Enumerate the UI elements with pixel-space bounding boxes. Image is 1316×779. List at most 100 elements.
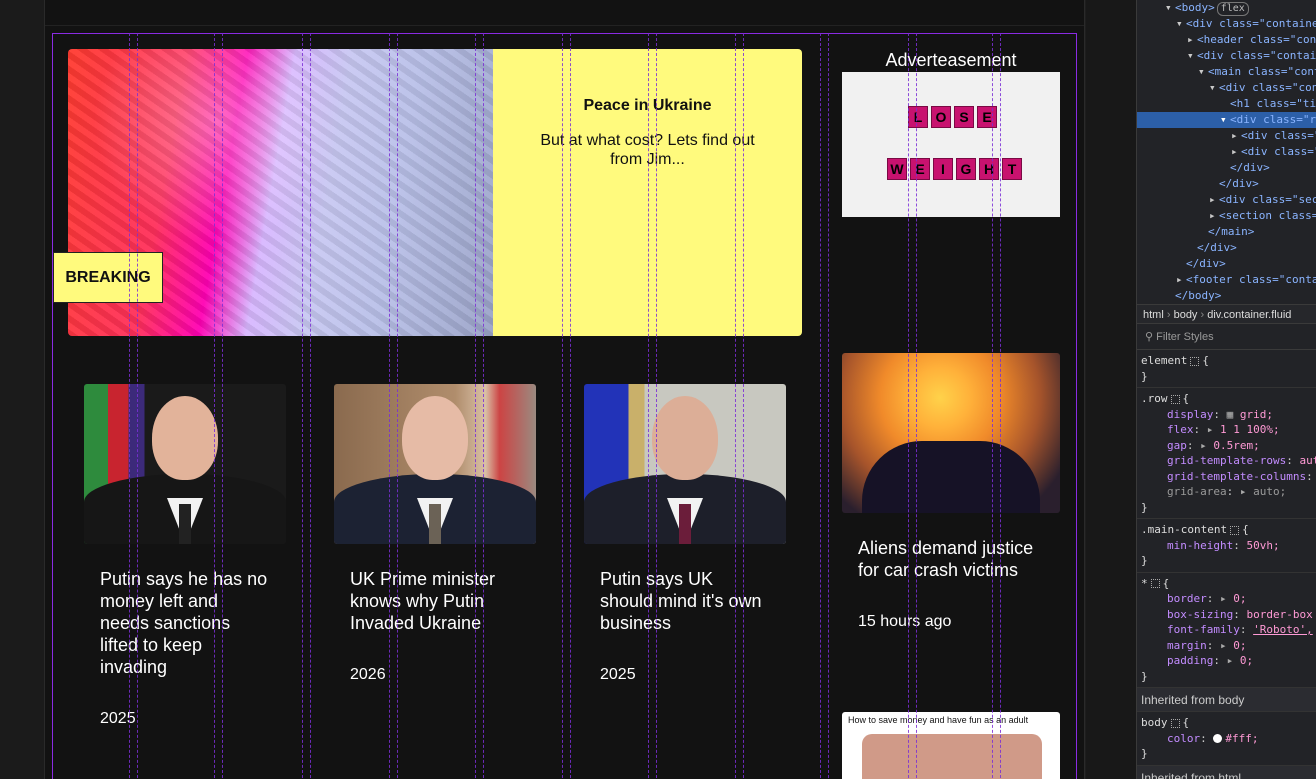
news-card[interactable]: Putin says UK should mind it's own busin… bbox=[584, 384, 786, 684]
collapse-arrow-icon[interactable]: ▸ bbox=[1231, 128, 1241, 144]
css-rule[interactable]: .row{display: ▦ grid; flex: ▸ 1 1 100%; ga… bbox=[1137, 388, 1316, 519]
prop-name[interactable]: padding bbox=[1167, 654, 1213, 667]
dom-node[interactable]: ▾ <div class="container bbox=[1137, 16, 1316, 32]
body-rule[interactable]: body{ color: #fff; } bbox=[1137, 712, 1316, 766]
expand-arrow-icon[interactable]: ▸ bbox=[1220, 592, 1233, 605]
collapse-arrow-icon[interactable]: ▸ bbox=[1176, 272, 1186, 288]
css-declaration[interactable]: flex: ▸ 1 1 100%; bbox=[1141, 422, 1312, 438]
expand-arrow-icon[interactable]: ▾ bbox=[1176, 16, 1186, 32]
css-declaration[interactable]: display: ▦ grid; bbox=[1141, 407, 1312, 423]
css-declaration[interactable]: gap: ▸ 0.5rem; bbox=[1141, 438, 1312, 454]
prop-value[interactable]: 0; bbox=[1233, 639, 1246, 652]
css-declaration[interactable]: grid-template-columns: bbox=[1141, 469, 1313, 485]
prop-name[interactable]: margin bbox=[1167, 639, 1207, 652]
expand-arrow-icon[interactable]: ▾ bbox=[1198, 64, 1208, 80]
dom-node[interactable]: </body> bbox=[1137, 288, 1316, 304]
dom-node[interactable]: ▸<div class="c bbox=[1137, 144, 1316, 160]
css-declaration[interactable]: grid-area: ▸ auto; bbox=[1141, 484, 1312, 500]
expand-arrow-icon[interactable]: ▸ bbox=[1200, 439, 1213, 452]
expand-arrow-icon[interactable]: ▸ bbox=[1220, 639, 1233, 652]
css-declaration[interactable]: min-height: 50vh; bbox=[1141, 538, 1312, 554]
dom-node[interactable]: ▾ <body> flex bbox=[1137, 0, 1316, 16]
prop-name[interactable]: border bbox=[1167, 592, 1207, 605]
dom-node[interactable]: ▾<div class="row bbox=[1137, 112, 1316, 128]
dom-node[interactable]: <h1 class="title bbox=[1137, 96, 1316, 112]
prop-value[interactable]: #fff; bbox=[1225, 732, 1258, 745]
dom-node[interactable]: </div> bbox=[1137, 256, 1316, 272]
dom-node[interactable]: </main> bbox=[1137, 224, 1316, 240]
filter-styles-input[interactable]: ⚲ Filter Styles bbox=[1137, 324, 1316, 350]
sidebar-card-title[interactable]: Aliens demand justice for car crash vict… bbox=[842, 537, 1060, 581]
dom-node[interactable]: ▸<div class="c bbox=[1137, 128, 1316, 144]
collapse-arrow-icon[interactable]: ▸ bbox=[1209, 208, 1219, 224]
prop-name[interactable]: color bbox=[1167, 732, 1200, 745]
css-declaration[interactable]: box-sizing: border-box bbox=[1141, 607, 1313, 623]
dom-node[interactable]: ▸<footer class="contain bbox=[1137, 272, 1316, 288]
news-card-title[interactable]: UK Prime minister knows why Putin Invade… bbox=[334, 568, 536, 634]
prop-name[interactable]: display bbox=[1167, 408, 1213, 421]
css-declaration[interactable]: border: ▸ 0; bbox=[1141, 591, 1312, 607]
dom-node-text: <div class="container bbox=[1186, 17, 1316, 30]
news-card[interactable]: Putin says he has no money left and need… bbox=[84, 384, 286, 728]
hero-card[interactable]: Peace in Ukraine But at what cost? Lets … bbox=[68, 49, 802, 336]
collapse-arrow-icon[interactable]: ▸ bbox=[1209, 192, 1219, 208]
dom-node[interactable]: ▸<header class="conta bbox=[1137, 32, 1316, 48]
prop-value[interactable]: 0.5rem; bbox=[1213, 439, 1259, 452]
css-rule[interactable]: element{} bbox=[1137, 350, 1316, 388]
news-card-title[interactable]: Putin says he has no money left and need… bbox=[84, 568, 286, 678]
dom-node[interactable]: </div> bbox=[1137, 240, 1316, 256]
prop-value[interactable]: 'Roboto', bbox=[1253, 623, 1313, 636]
expand-arrow-icon[interactable]: ▾ bbox=[1209, 80, 1219, 96]
prop-value[interactable]: 1 1 100%; bbox=[1220, 423, 1280, 436]
prop-name[interactable]: font-family bbox=[1167, 623, 1240, 636]
color-swatch-icon[interactable] bbox=[1213, 734, 1223, 743]
sidebar-thumb[interactable]: How to save money and have fun as an adu… bbox=[842, 712, 1060, 779]
collapse-arrow-icon[interactable]: ▸ bbox=[1231, 144, 1241, 160]
prop-value[interactable]: 0; bbox=[1240, 654, 1253, 667]
news-card[interactable]: UK Prime minister knows why Putin Invade… bbox=[334, 384, 536, 684]
prop-name[interactable]: min-height bbox=[1167, 539, 1233, 552]
css-declaration[interactable]: grid-template-rows: aut bbox=[1141, 453, 1316, 469]
dom-node[interactable]: ▸ <section class=" bbox=[1137, 208, 1316, 224]
expand-arrow-icon[interactable]: ▸ bbox=[1227, 654, 1240, 667]
css-declaration[interactable]: font-family: 'Roboto', bbox=[1141, 622, 1313, 638]
breadcrumb-item[interactable]: div.container.fluid bbox=[1207, 309, 1291, 321]
prop-name[interactable]: box-sizing bbox=[1167, 608, 1233, 621]
collapse-arrow-icon[interactable]: ▸ bbox=[1187, 32, 1197, 48]
breadcrumb-item[interactable]: body bbox=[1174, 309, 1198, 321]
sidebar-news-card[interactable]: Aliens demand justice for car crash vict… bbox=[842, 353, 1060, 631]
prop-value[interactable]: 0; bbox=[1233, 592, 1246, 605]
css-rule[interactable]: .main-content{min-height: 50vh;} bbox=[1137, 519, 1316, 573]
prop-name[interactable]: flex bbox=[1167, 423, 1194, 436]
dom-node[interactable]: </div> bbox=[1137, 176, 1316, 192]
prop-value[interactable]: grid; bbox=[1240, 408, 1273, 421]
expand-arrow-icon[interactable]: ▸ bbox=[1207, 423, 1220, 436]
dom-node[interactable]: ▾ <main class="conta bbox=[1137, 64, 1316, 80]
dom-node[interactable]: ▾<div class="conta bbox=[1137, 80, 1316, 96]
prop-name[interactable]: gap bbox=[1167, 439, 1187, 452]
prop-value[interactable]: border-box bbox=[1246, 608, 1312, 621]
dom-node[interactable]: ▾<div class="containe bbox=[1137, 48, 1316, 64]
flex-badge[interactable]: flex bbox=[1216, 2, 1249, 16]
prop-name[interactable]: grid-template-rows bbox=[1167, 454, 1286, 467]
expand-arrow-icon[interactable]: ▾ bbox=[1187, 48, 1197, 64]
prop-value[interactable]: auto; bbox=[1253, 485, 1286, 498]
ad-image[interactable]: LOSE WEIGHT bbox=[842, 72, 1060, 217]
devtools-splitter[interactable] bbox=[1086, 0, 1136, 779]
expand-arrow-icon[interactable]: ▾ bbox=[1220, 112, 1230, 128]
expand-arrow-icon[interactable]: ▸ bbox=[1240, 485, 1253, 498]
breadcrumb-item[interactable]: html bbox=[1143, 309, 1164, 321]
prop-value[interactable]: 50vh; bbox=[1246, 539, 1279, 552]
dom-node[interactable]: </div> bbox=[1137, 160, 1316, 176]
prop-name[interactable]: grid-area bbox=[1167, 485, 1227, 498]
dom-node[interactable]: ▸<div class="secti bbox=[1137, 192, 1316, 208]
css-declaration[interactable]: padding: ▸ 0; bbox=[1141, 653, 1312, 669]
prop-name[interactable]: grid-template-columns bbox=[1167, 470, 1306, 483]
news-card-title[interactable]: Putin says UK should mind it's own busin… bbox=[584, 568, 786, 634]
prop-value[interactable]: aut bbox=[1299, 454, 1316, 467]
hero-title[interactable]: Peace in Ukraine bbox=[493, 97, 802, 115]
css-declaration[interactable]: margin: ▸ 0; bbox=[1141, 638, 1312, 654]
css-rule[interactable]: *{border: ▸ 0; box-sizing: border-box font… bbox=[1137, 573, 1316, 688]
expand-arrow-icon[interactable]: ▾ bbox=[1165, 0, 1175, 16]
expand-arrow-icon[interactable]: ▦ bbox=[1227, 408, 1240, 421]
